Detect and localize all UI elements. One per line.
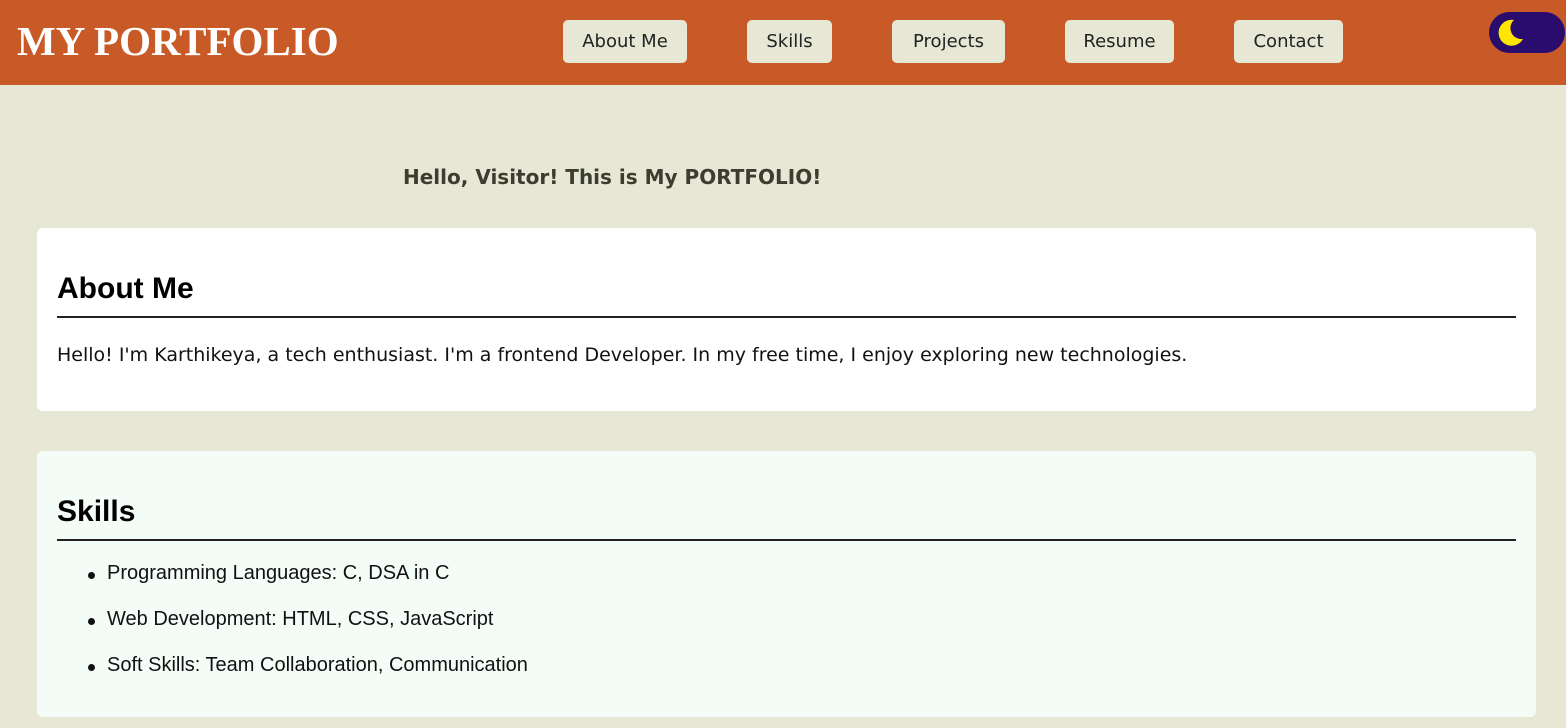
site-title: MY PORTFOLIO bbox=[17, 18, 339, 64]
skills-section: Skills Programming Languages: C, DSA in … bbox=[37, 451, 1536, 717]
nav-skills-button[interactable]: Skills bbox=[747, 20, 832, 63]
about-section: About Me Hello! I'm Karthikeya, a tech e… bbox=[37, 228, 1536, 411]
nav-about-me-button[interactable]: About Me bbox=[563, 20, 687, 63]
skill-list-item: Soft Skills: Team Collaboration, Communi… bbox=[88, 654, 528, 676]
nav-contact-button[interactable]: Contact bbox=[1234, 20, 1343, 63]
skills-divider bbox=[57, 539, 1516, 541]
greeting-text: Hello, Visitor! This is My PORTFOLIO! bbox=[403, 165, 822, 189]
header: MY PORTFOLIO About Me Skills Projects Re… bbox=[0, 0, 1566, 85]
skill-list-item: Programming Languages: C, DSA in C bbox=[87, 562, 450, 584]
moon-icon bbox=[1498, 19, 1523, 46]
about-divider bbox=[57, 316, 1516, 318]
nav-resume-button[interactable]: Resume bbox=[1065, 20, 1174, 63]
about-heading: About Me bbox=[57, 272, 194, 305]
nav-projects-button[interactable]: Projects bbox=[892, 20, 1005, 63]
about-text: Hello! I'm Karthikeya, a tech enthusiast… bbox=[57, 344, 1188, 366]
theme-toggle[interactable] bbox=[1489, 12, 1565, 53]
skills-heading: Skills bbox=[57, 495, 136, 528]
skill-list-item: Web Development: HTML, CSS, JavaScript bbox=[87, 608, 494, 630]
